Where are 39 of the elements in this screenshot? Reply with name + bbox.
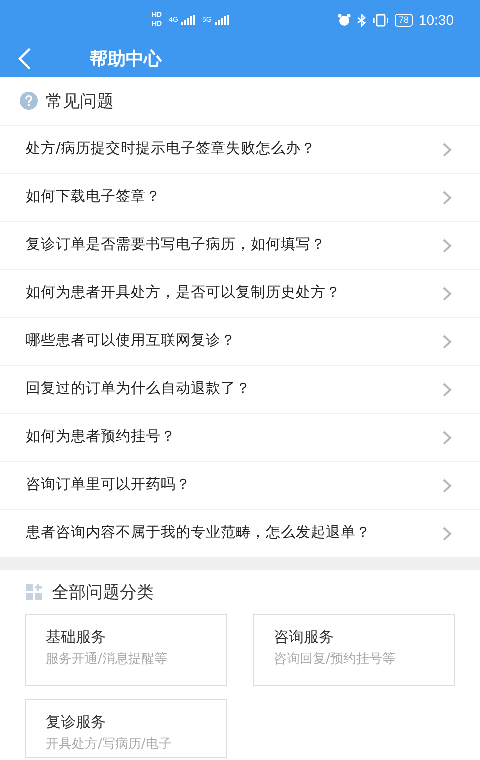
faq-item[interactable]: 咨询订单里可以开药吗？ xyxy=(0,462,480,510)
faq-item[interactable]: 如何为患者开具处方，是否可以复制历史处方？ xyxy=(0,270,480,318)
signal-icon xyxy=(214,15,229,25)
chevron-icon xyxy=(443,478,452,492)
chevron-icon xyxy=(443,382,452,396)
chevron-icon xyxy=(443,286,452,300)
category-name: 基础服务 xyxy=(46,628,107,646)
chevron-icon xyxy=(443,526,452,540)
clock-time: 10:30 xyxy=(418,12,454,28)
chevron-icon xyxy=(443,334,452,348)
bluetooth-icon xyxy=(356,14,367,26)
category-name: 咨询服务 xyxy=(274,628,335,646)
signal-icon xyxy=(181,15,196,25)
category-description: 咨询回复/预约挂号等 xyxy=(274,652,396,668)
category-card[interactable]: 复诊服务 开具处方/写病历/电子 xyxy=(25,699,227,758)
section-title: 全部问题分类 xyxy=(52,582,154,604)
category-description: 服务开通/消息提醒等 xyxy=(46,652,168,668)
vibrate-icon xyxy=(372,14,389,26)
faq-item[interactable]: 处方/病历提交时提示电子签章失败怎么办？ xyxy=(0,126,480,174)
section-title: 常见问题 xyxy=(46,90,114,112)
chevron-icon xyxy=(443,190,452,204)
faq-item[interactable]: 如何下载电子签章？ xyxy=(0,174,480,222)
faq-item[interactable]: 回复过的订单为什么自动退款了？ xyxy=(0,366,480,414)
faq-item[interactable]: 复诊订单是否需要书写电子病历，如何填写？ xyxy=(0,222,480,270)
question-icon xyxy=(20,92,38,110)
category-card[interactable]: 基础服务 服务开通/消息提醒等 xyxy=(25,614,227,686)
chevron-icon xyxy=(443,430,452,444)
chevron-icon xyxy=(443,142,452,156)
chevron-icon xyxy=(443,238,452,252)
grid-icon xyxy=(26,584,44,600)
category-card[interactable]: 咨询服务 咨询回复/预约挂号等 xyxy=(253,614,455,686)
alarm-icon xyxy=(338,14,351,26)
faq-item[interactable]: 哪些患者可以使用互联网复诊？ xyxy=(0,318,480,366)
page-title: 帮助中心 xyxy=(90,48,162,70)
back-icon xyxy=(18,48,32,70)
category-description: 开具处方/写病历/电子 xyxy=(46,737,173,753)
category-name: 复诊服务 xyxy=(46,713,107,731)
faq-item[interactable]: 如何为患者预约挂号？ xyxy=(0,414,480,462)
battery-level: 78 xyxy=(394,14,413,26)
